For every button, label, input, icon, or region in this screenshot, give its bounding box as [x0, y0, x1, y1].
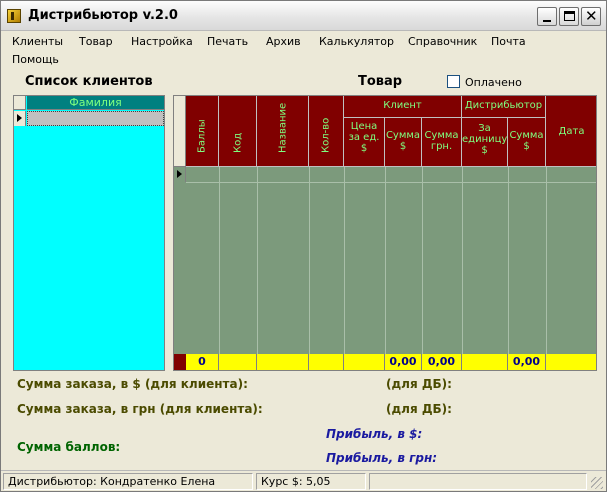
total-qty: [309, 354, 344, 370]
menu-clients[interactable]: Клиенты: [12, 35, 63, 48]
total-dist-per-unit: [462, 354, 508, 370]
column-divider: [257, 167, 258, 354]
total-points: 0: [186, 354, 219, 370]
minimize-icon: [543, 20, 551, 22]
window-title: Дистрибьютор v.2.0: [28, 8, 178, 23]
col-points[interactable]: Баллы: [186, 96, 219, 167]
status-bar: Дистрибьютор: Кондратенко Елена Курс $: …: [1, 470, 606, 491]
col-client-price[interactable]: Цена за ед. $: [344, 118, 385, 167]
column-divider: [309, 167, 310, 354]
totals-indicator: [174, 354, 186, 370]
column-divider: [219, 167, 220, 354]
col-client-sum-usd[interactable]: Сумма $: [385, 118, 422, 167]
paid-checkbox[interactable]: [447, 75, 460, 88]
points-sum-label: Сумма баллов:: [17, 440, 121, 454]
menu-print[interactable]: Печать: [207, 35, 248, 48]
clients-heading: Список клиентов: [25, 74, 153, 89]
menu-goods[interactable]: Товар: [79, 35, 113, 48]
col-name[interactable]: Название: [257, 96, 309, 167]
col-group-distributor: Дистрибьютор: [462, 96, 546, 118]
current-row-icon: [17, 114, 22, 122]
col-code-label: Код: [232, 132, 243, 153]
col-date[interactable]: Дата: [546, 96, 596, 167]
title-bar[interactable]: Дистрибьютор v.2.0 ✕: [1, 1, 606, 31]
col-client-sum-uah[interactable]: Сумма грн.: [422, 118, 462, 167]
column-divider: [508, 167, 509, 354]
column-divider: [422, 167, 423, 354]
row-indicator: [14, 111, 26, 126]
menu-reference[interactable]: Справочник: [408, 35, 477, 48]
column-divider: [385, 167, 386, 354]
total-date: [546, 354, 596, 370]
profit-usd-label: Прибыль, в $:: [326, 427, 423, 441]
menu-bar: Клиенты Товар Настройка Печать Архив Кал…: [1, 32, 539, 50]
menu-mail[interactable]: Почта: [491, 35, 526, 48]
close-icon: ✕: [585, 7, 598, 25]
maximize-button[interactable]: [559, 7, 579, 26]
close-button[interactable]: ✕: [581, 7, 601, 26]
total-name: [257, 354, 309, 370]
menu-calculator[interactable]: Калькулятор: [319, 35, 394, 48]
goods-row[interactable]: [186, 167, 596, 183]
col-dist-sum-usd[interactable]: Сумма $: [508, 118, 546, 167]
status-distributor: Дистрибьютор: Кондратенко Елена: [3, 473, 253, 490]
column-divider: [462, 167, 463, 354]
main-window: Дистрибьютор v.2.0 ✕ Клиенты Товар Настр…: [0, 0, 607, 492]
col-name-label: Название: [277, 102, 288, 153]
menu-settings[interactable]: Настройка: [131, 35, 193, 48]
row-indicator: [174, 167, 186, 182]
profit-uah-label: Прибыль, в грн:: [326, 451, 438, 465]
menu-help[interactable]: Помощь: [12, 53, 59, 66]
clients-grid[interactable]: Фамилия: [13, 95, 165, 371]
col-group-client: Клиент: [344, 96, 462, 118]
menu-bar-row-2: Помощь: [1, 50, 63, 67]
col-dist-per-unit[interactable]: За единицу $: [462, 118, 508, 167]
status-rate: Курс $: 5,05: [256, 473, 366, 490]
clients-grid-corner: [14, 96, 26, 110]
goods-grid[interactable]: Баллы Код Название Кол-во Клиент Цена за…: [173, 95, 597, 371]
col-points-label: Баллы: [196, 119, 208, 153]
maximize-icon: [564, 11, 575, 21]
totals-row: 0 0,00 0,00 0,00: [186, 354, 596, 370]
col-qty-label: Кол-во: [320, 117, 332, 153]
total-client-price: [344, 354, 385, 370]
paid-label: Оплачено: [465, 76, 522, 89]
total-client-sum-usd: 0,00: [385, 354, 422, 370]
column-divider: [344, 167, 345, 354]
col-qty[interactable]: Кол-во: [309, 96, 344, 167]
clients-column-surname[interactable]: Фамилия: [27, 96, 164, 110]
column-divider: [546, 167, 547, 354]
col-code[interactable]: Код: [219, 96, 257, 167]
total-code: [219, 354, 257, 370]
current-row-icon: [177, 170, 182, 178]
clients-row[interactable]: [27, 111, 164, 126]
resize-grip-icon[interactable]: [591, 477, 603, 489]
order-usd-client-label: Сумма заказа, в $ (для клиента):: [17, 377, 248, 391]
minimize-button[interactable]: [537, 7, 557, 26]
order-usd-db-label: (для ДБ):: [386, 377, 452, 391]
order-uah-db-label: (для ДБ):: [386, 402, 452, 416]
goods-grid-corner: [174, 96, 186, 167]
total-client-sum-uah: 0,00: [422, 354, 462, 370]
order-uah-client-label: Сумма заказа, в грн (для клиента):: [17, 402, 263, 416]
app-icon: [7, 9, 21, 23]
menu-archive[interactable]: Архив: [266, 35, 301, 48]
total-dist-sum-usd: 0,00: [508, 354, 546, 370]
status-empty: [369, 473, 587, 490]
goods-heading: Товар: [358, 74, 403, 89]
